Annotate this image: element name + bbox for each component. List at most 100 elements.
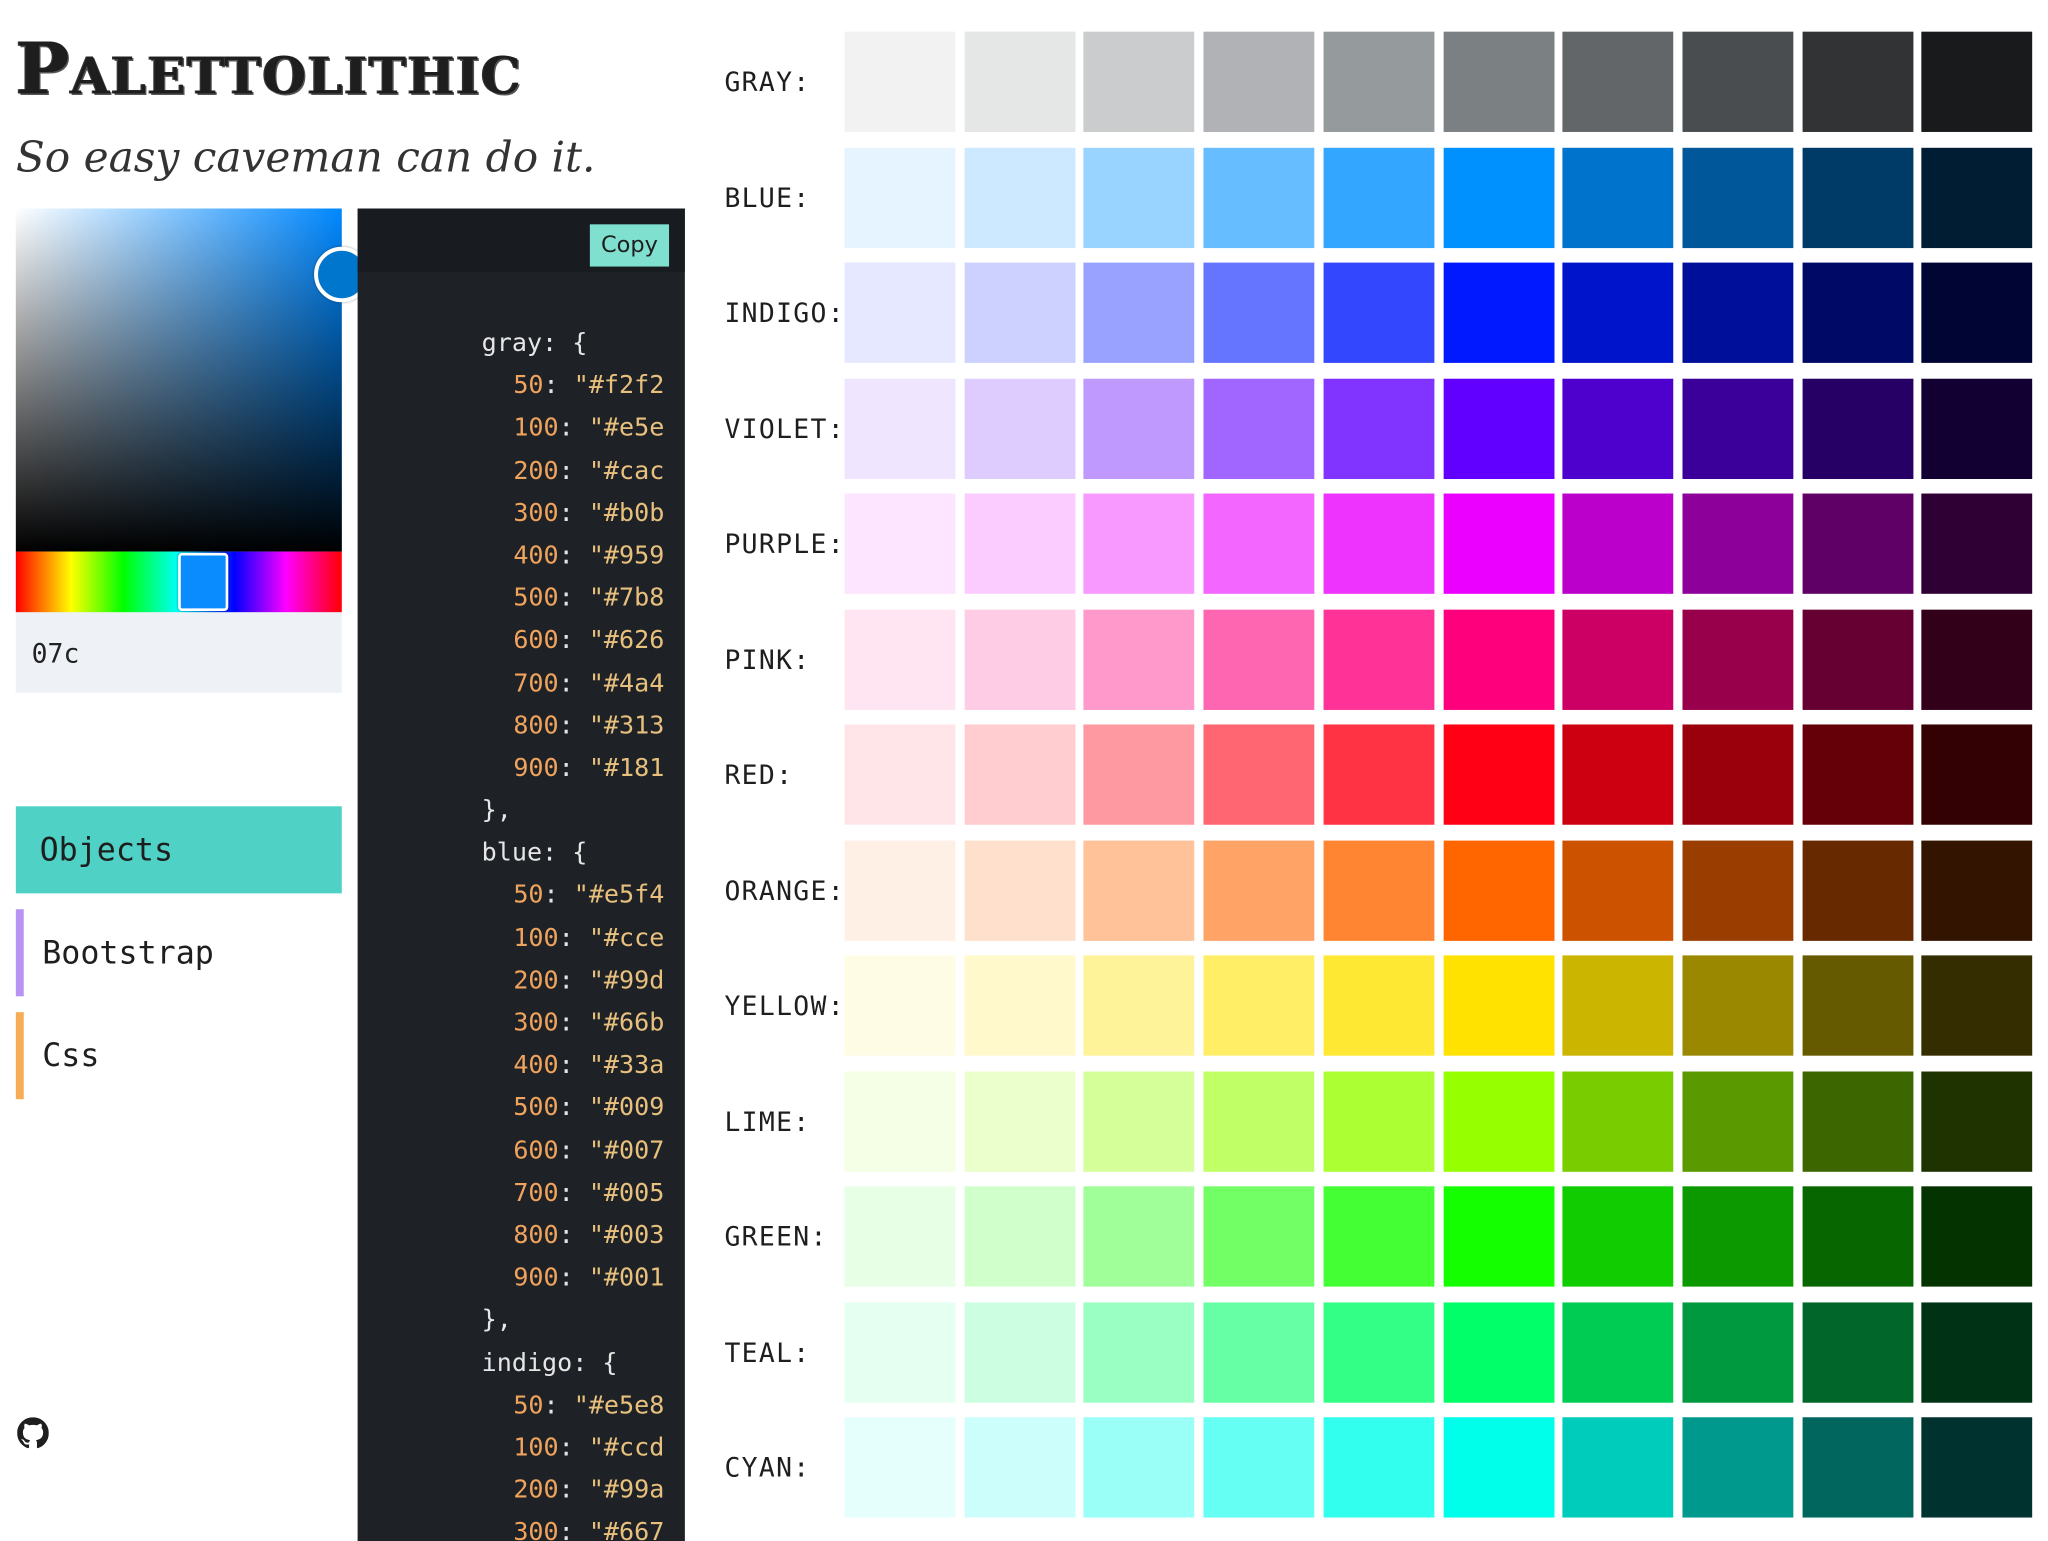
color-swatch[interactable] xyxy=(844,147,956,248)
color-swatch[interactable] xyxy=(1203,1417,1315,1518)
color-swatch[interactable] xyxy=(1442,493,1554,594)
color-swatch[interactable] xyxy=(1323,1417,1435,1518)
color-swatch[interactable] xyxy=(1921,608,2033,710)
color-swatch[interactable] xyxy=(844,1070,956,1172)
color-swatch[interactable] xyxy=(1562,378,1674,479)
color-swatch[interactable] xyxy=(1203,608,1315,710)
color-swatch[interactable] xyxy=(964,1070,1076,1172)
tab-bootstrap[interactable]: Bootstrap xyxy=(15,909,342,997)
color-swatch[interactable] xyxy=(1083,1417,1195,1518)
color-swatch[interactable] xyxy=(1083,608,1195,710)
color-swatch[interactable] xyxy=(1802,1070,1913,1172)
color-swatch[interactable] xyxy=(1921,378,2033,479)
color-swatch[interactable] xyxy=(1083,493,1195,594)
color-swatch[interactable] xyxy=(1203,724,1315,825)
color-swatch[interactable] xyxy=(964,955,1076,1056)
color-swatch[interactable] xyxy=(1682,262,1794,363)
color-swatch[interactable] xyxy=(964,31,1076,132)
color-swatch[interactable] xyxy=(1682,378,1794,479)
color-swatch[interactable] xyxy=(1921,31,2033,132)
github-icon[interactable] xyxy=(17,1417,49,1449)
color-swatch[interactable] xyxy=(1802,31,1913,132)
color-swatch[interactable] xyxy=(1562,1417,1674,1518)
color-swatch[interactable] xyxy=(1802,724,1913,825)
color-swatch[interactable] xyxy=(1682,955,1794,1056)
color-swatch[interactable] xyxy=(1921,839,2033,941)
color-swatch[interactable] xyxy=(844,378,956,479)
color-swatch[interactable] xyxy=(1562,839,1674,941)
color-swatch[interactable] xyxy=(1442,1301,1554,1403)
color-swatch[interactable] xyxy=(1323,724,1435,825)
color-swatch[interactable] xyxy=(1083,378,1195,479)
color-swatch[interactable] xyxy=(1203,262,1315,363)
color-swatch[interactable] xyxy=(1203,1301,1315,1403)
color-swatch[interactable] xyxy=(1682,147,1794,248)
color-swatch[interactable] xyxy=(1203,147,1315,248)
color-swatch[interactable] xyxy=(1682,1070,1794,1172)
color-swatch[interactable] xyxy=(1562,955,1674,1056)
color-swatch[interactable] xyxy=(1921,1186,2033,1287)
saturation-area[interactable] xyxy=(15,208,342,552)
color-swatch[interactable] xyxy=(1323,1301,1435,1403)
color-swatch[interactable] xyxy=(844,955,956,1056)
color-swatch[interactable] xyxy=(1802,1301,1913,1403)
color-swatch[interactable] xyxy=(964,147,1076,248)
color-swatch[interactable] xyxy=(1562,1301,1674,1403)
color-swatch[interactable] xyxy=(964,839,1076,941)
color-swatch[interactable] xyxy=(1323,1186,1435,1287)
color-swatch[interactable] xyxy=(1083,1070,1195,1172)
color-swatch[interactable] xyxy=(1802,147,1913,248)
color-swatch[interactable] xyxy=(1323,493,1435,594)
color-swatch[interactable] xyxy=(844,839,956,941)
color-swatch[interactable] xyxy=(964,1301,1076,1403)
color-swatch[interactable] xyxy=(1802,493,1913,594)
color-swatch[interactable] xyxy=(964,262,1076,363)
color-swatch[interactable] xyxy=(1323,608,1435,710)
tab-css[interactable]: Css xyxy=(15,1012,342,1100)
color-swatch[interactable] xyxy=(1203,839,1315,941)
color-swatch[interactable] xyxy=(1442,147,1554,248)
color-swatch[interactable] xyxy=(844,262,956,363)
color-swatch[interactable] xyxy=(1203,1186,1315,1287)
color-swatch[interactable] xyxy=(1442,31,1554,132)
color-swatch[interactable] xyxy=(964,608,1076,710)
color-swatch[interactable] xyxy=(1682,724,1794,825)
color-swatch[interactable] xyxy=(1083,1301,1195,1403)
color-swatch[interactable] xyxy=(1562,608,1674,710)
hex-input[interactable] xyxy=(15,612,342,693)
copy-button[interactable]: Copy xyxy=(589,224,670,267)
color-swatch[interactable] xyxy=(1802,839,1913,941)
color-swatch[interactable] xyxy=(1083,1186,1195,1287)
hue-handle[interactable] xyxy=(178,552,229,611)
color-swatch[interactable] xyxy=(1083,31,1195,132)
color-swatch[interactable] xyxy=(1083,724,1195,825)
color-swatch[interactable] xyxy=(1203,493,1315,594)
color-swatch[interactable] xyxy=(1921,493,2033,594)
color-swatch[interactable] xyxy=(1802,1417,1913,1518)
color-swatch[interactable] xyxy=(964,724,1076,825)
color-swatch[interactable] xyxy=(844,724,956,825)
color-swatch[interactable] xyxy=(1203,1070,1315,1172)
color-swatch[interactable] xyxy=(844,1301,956,1403)
color-swatch[interactable] xyxy=(1442,955,1554,1056)
color-swatch[interactable] xyxy=(1442,1070,1554,1172)
color-swatch[interactable] xyxy=(1323,839,1435,941)
color-swatch[interactable] xyxy=(1562,1070,1674,1172)
color-swatch[interactable] xyxy=(1083,955,1195,1056)
color-swatch[interactable] xyxy=(1442,262,1554,363)
color-swatch[interactable] xyxy=(1203,955,1315,1056)
color-swatch[interactable] xyxy=(1442,378,1554,479)
color-swatch[interactable] xyxy=(1442,1186,1554,1287)
color-swatch[interactable] xyxy=(1682,31,1794,132)
color-swatch[interactable] xyxy=(964,493,1076,594)
color-swatch[interactable] xyxy=(1802,1186,1913,1287)
color-swatch[interactable] xyxy=(1682,1186,1794,1287)
color-swatch[interactable] xyxy=(1802,608,1913,710)
color-swatch[interactable] xyxy=(1323,955,1435,1056)
color-swatch[interactable] xyxy=(844,31,956,132)
color-swatch[interactable] xyxy=(1682,839,1794,941)
color-swatch[interactable] xyxy=(1921,1417,2033,1518)
color-swatch[interactable] xyxy=(964,1417,1076,1518)
color-swatch[interactable] xyxy=(1442,608,1554,710)
color-swatch[interactable] xyxy=(1921,724,2033,825)
